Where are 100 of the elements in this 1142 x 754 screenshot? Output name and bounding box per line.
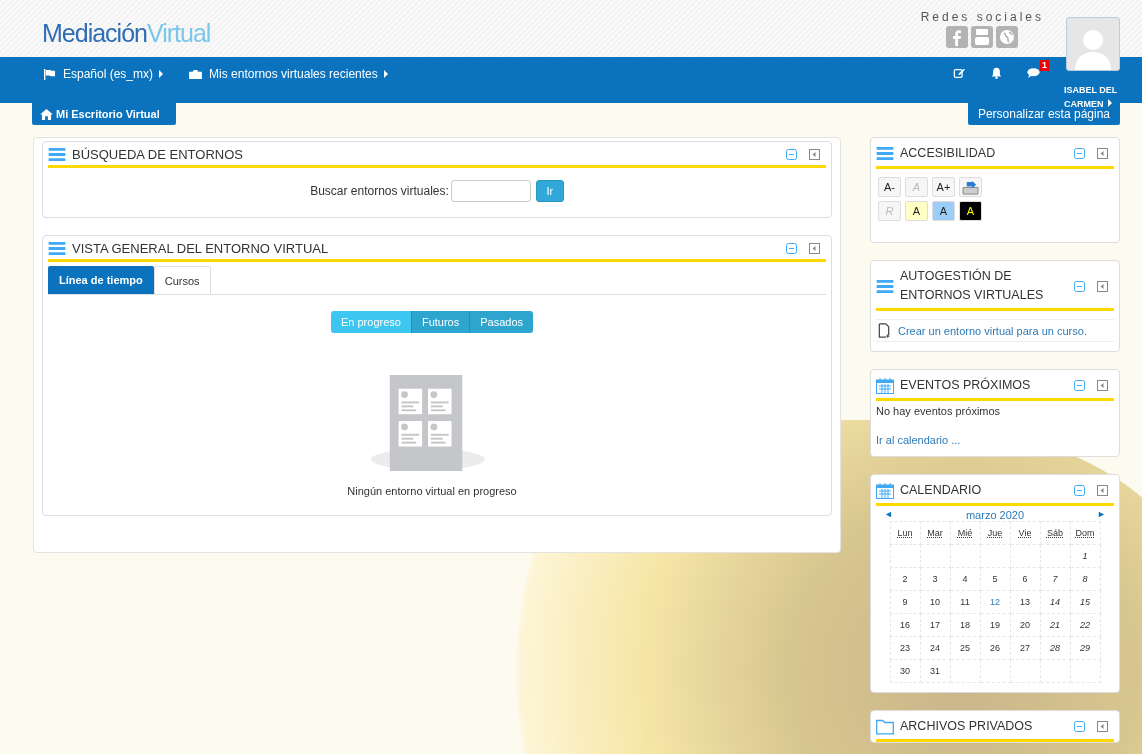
calendar-day[interactable]: 12 [990, 597, 1000, 607]
calendar-day[interactable]: 29 [1080, 643, 1090, 653]
calendar-day[interactable]: 7 [1052, 574, 1058, 584]
bell-icon[interactable] [990, 67, 1003, 79]
next-month-link[interactable]: ► [1097, 509, 1106, 521]
calendar-day[interactable]: 2 [902, 574, 908, 584]
calendar-day[interactable]: 15 [1080, 597, 1090, 607]
previous-month-link[interactable]: ◄ [884, 509, 893, 521]
user-avatar[interactable] [1066, 17, 1120, 71]
weekday-header: Mar [927, 528, 943, 538]
dock-icon[interactable] [1097, 485, 1108, 496]
dock-icon[interactable] [1097, 280, 1108, 292]
nav-menu-link[interactable]: Español (es_mx) [43, 66, 164, 82]
edit-icon[interactable] [953, 67, 966, 79]
dock-icon[interactable] [809, 149, 820, 160]
calendar-day[interactable]: 3 [932, 574, 938, 584]
message-count-badge: 1 [1040, 60, 1049, 71]
menu-icon[interactable] [48, 148, 66, 161]
calendar-day[interactable]: 13 [1020, 597, 1030, 607]
weekday-header: Lun [897, 528, 913, 538]
calendar-day[interactable]: 21 [1050, 620, 1060, 630]
collapse-icon[interactable] [1074, 485, 1085, 496]
facebook-icon[interactable] [946, 26, 969, 48]
calendar-day[interactable]: 20 [1020, 620, 1030, 630]
text-style-button[interactable]: A+ [932, 177, 955, 197]
flag-icon [43, 68, 56, 80]
calendar-day[interactable]: 16 [900, 620, 910, 630]
calendar-day[interactable]: 18 [960, 620, 970, 630]
weekday-header: Mié [957, 528, 973, 538]
calendar-link[interactable]: Ir al calendario ... [876, 434, 961, 446]
caret-icon [383, 70, 388, 78]
collapse-icon[interactable] [1074, 280, 1085, 292]
weekday-header: Vie [1018, 528, 1032, 538]
calendar-day[interactable]: 4 [962, 574, 968, 584]
new-document-icon [878, 323, 890, 338]
video-icon[interactable] [971, 26, 994, 48]
collapse-icon[interactable] [1074, 148, 1085, 159]
dock-icon[interactable] [1097, 721, 1108, 732]
calendar-day[interactable]: 6 [1022, 574, 1028, 584]
calendar-day[interactable]: 5 [992, 574, 998, 584]
collapse-icon[interactable] [1074, 721, 1085, 732]
calendar-day[interactable]: 11 [960, 597, 970, 607]
tab[interactable]: Cursos [153, 266, 211, 294]
create-course-link[interactable]: Crear un entorno virtual para un curso. [898, 324, 1087, 337]
caret-icon [159, 70, 164, 78]
text-style-button[interactable]: A- [878, 177, 901, 197]
menu-icon[interactable] [876, 279, 894, 293]
social-title: Redes sociales [920, 10, 1044, 24]
calendar-day[interactable]: 27 [1020, 643, 1030, 653]
home-button[interactable]: Mi Escritorio Virtual [32, 103, 176, 125]
calendar-day[interactable]: 9 [902, 597, 908, 607]
calendar-day[interactable]: 22 [1080, 620, 1090, 630]
briefcase-icon [189, 68, 203, 80]
tray-icon [962, 179, 979, 195]
collapse-icon[interactable] [786, 149, 797, 160]
text-style-button[interactable]: A [905, 201, 928, 221]
calendar-icon[interactable] [876, 377, 894, 394]
menu-icon[interactable] [48, 242, 66, 255]
menu-icon[interactable] [876, 147, 894, 160]
calendar-day[interactable]: 24 [930, 643, 940, 653]
calendar-day[interactable]: 31 [930, 666, 940, 676]
chat-icon[interactable] [1027, 67, 1040, 79]
home-icon [40, 108, 53, 120]
save-settings-button[interactable] [959, 177, 982, 197]
calendar-day[interactable]: 1 [1082, 551, 1088, 561]
month-title[interactable]: marzo 2020 [965, 509, 1025, 521]
calendar-day[interactable]: 14 [1050, 597, 1060, 607]
folder-icon[interactable] [876, 718, 894, 735]
calendar-day[interactable]: 10 [930, 597, 940, 607]
calendar-day[interactable]: 30 [900, 666, 910, 676]
calendar-day[interactable]: 17 [930, 620, 940, 630]
globe-icon[interactable] [996, 26, 1019, 48]
calendar-day[interactable]: 8 [1082, 574, 1088, 584]
calendar-day[interactable]: 23 [900, 643, 910, 653]
weekday-header: Sáb [1047, 528, 1063, 538]
calendar-icon[interactable] [876, 482, 894, 499]
block-title: VISTA GENERAL DEL ENTORNO VIRTUAL [72, 241, 330, 256]
calendar-day[interactable]: 28 [1050, 643, 1060, 653]
events-message: No hay eventos próximos [876, 405, 1002, 417]
block-title: CALENDARIO [900, 482, 983, 499]
tab[interactable]: Línea de tiempo [48, 266, 154, 294]
weekday-header: Dom [1075, 528, 1095, 538]
search-field[interactable] [450, 180, 531, 202]
dock-icon[interactable] [1097, 148, 1108, 159]
site-logo[interactable]: MediaciónVirtual [42, 19, 211, 48]
calendar-day[interactable]: 26 [990, 643, 1000, 653]
dock-icon[interactable] [1097, 380, 1108, 391]
block-title: AUTOGESTIÓN DE ENTORNOS VIRTUALES [900, 267, 1045, 304]
text-style-button[interactable]: A [932, 201, 955, 221]
block-title: EVENTOS PRÓXIMOS [900, 376, 1032, 394]
block-title: ARCHIVOS PRIVADOS [900, 718, 1034, 735]
empty-message: Ningún entorno virtual en progreso [346, 485, 518, 497]
calendar-day[interactable]: 19 [990, 620, 1000, 630]
collapse-icon[interactable] [1074, 380, 1085, 391]
caret-icon [1108, 99, 1112, 107]
calendar-day[interactable]: 25 [960, 643, 970, 653]
text-style-button[interactable]: A [959, 201, 982, 221]
collapse-icon[interactable] [786, 243, 797, 254]
dock-icon[interactable] [809, 243, 820, 254]
nav-menu-link[interactable]: Mis entornos virtuales recientes [189, 66, 388, 82]
